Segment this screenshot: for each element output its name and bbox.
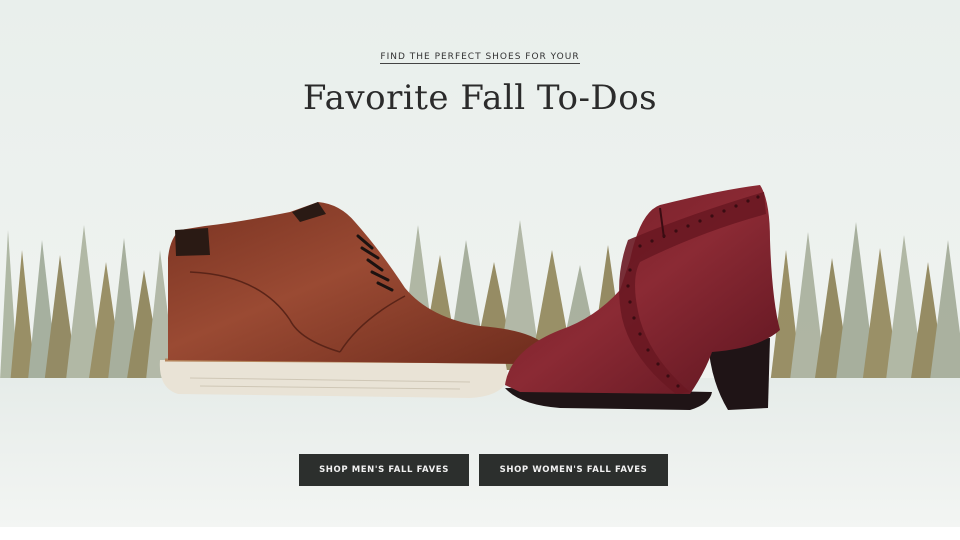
hero-headline: Favorite Fall To-Dos [302,78,658,118]
pine-tree-line-right [770,222,960,385]
hero-eyebrow-text: FIND THE PERFECT SHOES FOR YOUR [380,52,580,64]
shop-mens-fall-faves-button[interactable]: SHOP MEN'S FALL FAVES [299,454,469,486]
shop-womens-fall-faves-button[interactable]: SHOP WOMEN'S FALL FAVES [479,454,668,486]
pine-tree-line-left [0,225,176,385]
bottom-border-strip [0,527,960,540]
hero-eyebrow: FIND THE PERFECT SHOES FOR YOUR [0,52,960,64]
hero-banner: FIND THE PERFECT SHOES FOR YOUR Favorite… [0,0,960,527]
snow-ground [0,378,960,527]
